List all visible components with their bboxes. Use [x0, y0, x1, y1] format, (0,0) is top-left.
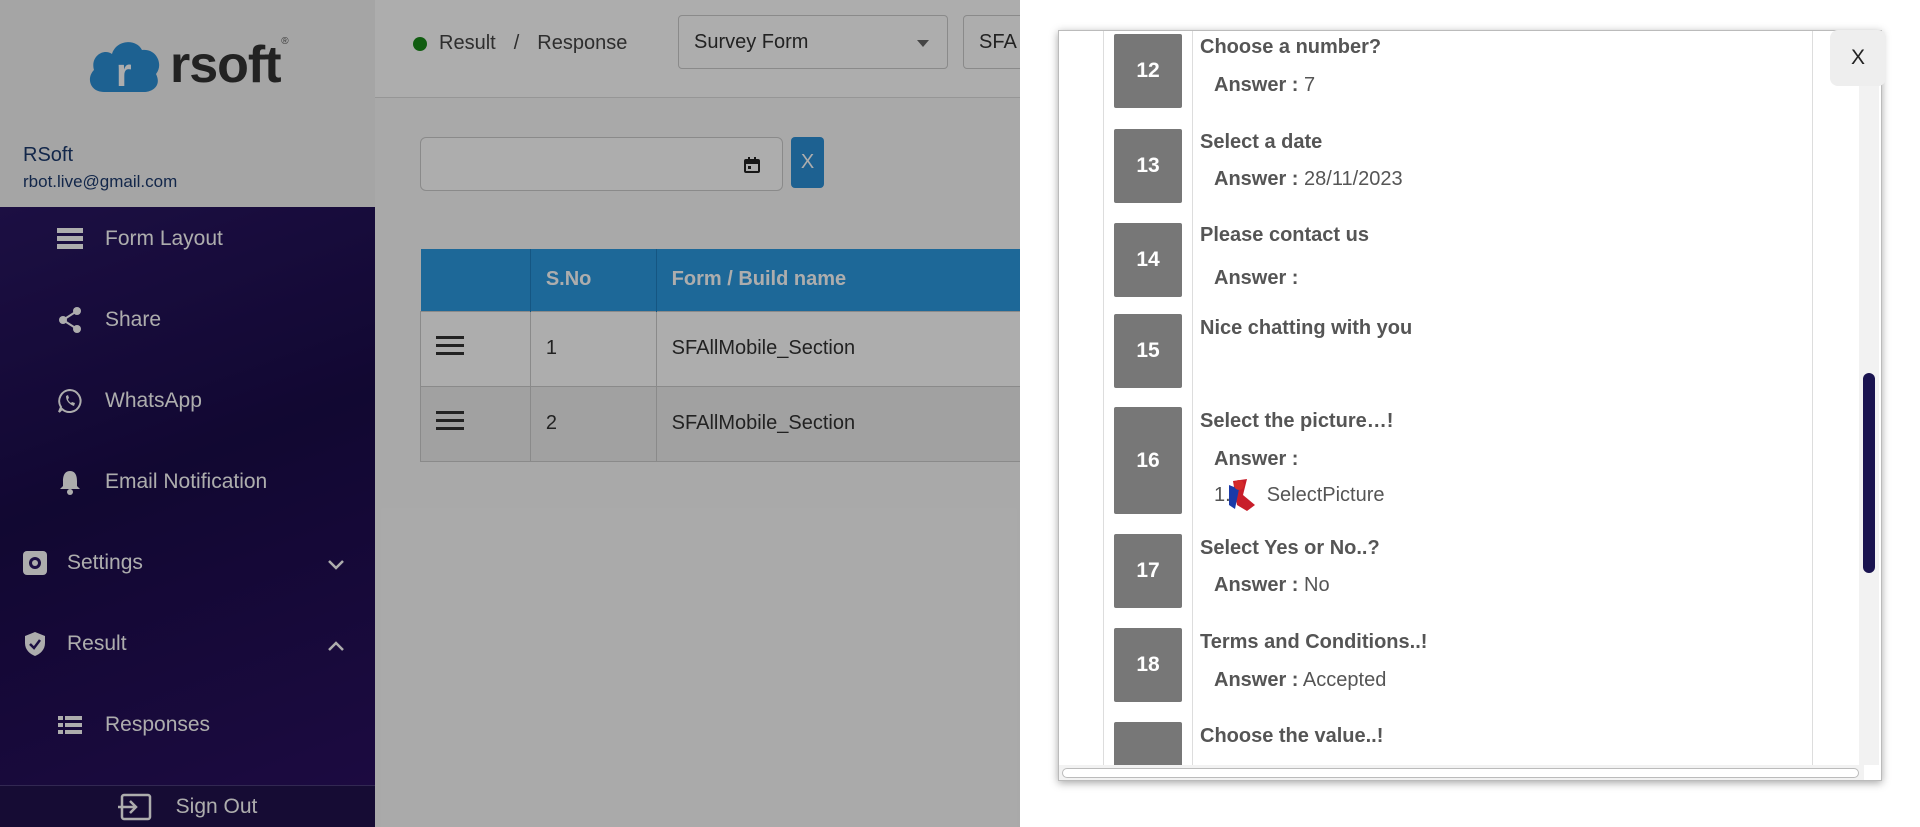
picture-answer: 1. SelectPicture [1214, 475, 1385, 515]
answer-value: Accepted [1302, 669, 1387, 691]
question-number: 18 [1114, 628, 1182, 702]
question-number [1114, 722, 1182, 765]
close-panel-button[interactable]: X [1830, 30, 1886, 86]
question-text: Please contact us [1200, 224, 1369, 246]
question-text: Nice chatting with you [1200, 317, 1413, 339]
picture-label: SelectPicture [1266, 483, 1385, 506]
question-number: 12 [1114, 34, 1182, 108]
vertical-scrollbar[interactable] [1859, 31, 1879, 765]
response-card: 12 Choose a number? Answer : 7 13 Select… [1058, 30, 1882, 781]
question-item: 16 Select the picture…! Answer : 1. Sele… [1104, 407, 1812, 534]
horizontal-scrollbar-thumb[interactable] [1062, 768, 1859, 778]
answer-label: Answer : [1214, 574, 1299, 596]
question-divider [1192, 221, 1193, 314]
question-divider [1192, 31, 1193, 126]
question-item: 12 Choose a number? Answer : 7 [1104, 31, 1812, 126]
question-divider [1192, 534, 1193, 628]
question-number: 16 [1114, 407, 1182, 514]
question-divider [1192, 126, 1193, 221]
vertical-scrollbar-thumb[interactable] [1863, 373, 1875, 573]
answer-label: Answer : [1214, 669, 1299, 691]
question-divider [1192, 314, 1193, 407]
question-divider [1192, 407, 1193, 534]
question-divider [1192, 628, 1193, 722]
question-text: Choose a number? [1200, 36, 1382, 58]
question-divider [1192, 722, 1193, 765]
horizontal-scrollbar[interactable] [1059, 765, 1864, 780]
question-item: 18 Terms and Conditions..! Answer : Acce… [1104, 628, 1812, 722]
question-text: Select a date [1200, 131, 1323, 153]
question-item: 15 Nice chatting with you [1104, 314, 1812, 407]
answer-label: Answer : [1214, 267, 1299, 289]
question-answer: Answer : [1214, 267, 1298, 290]
question-text: Choose the value..! [1200, 725, 1384, 747]
answer-label: Answer : [1214, 74, 1299, 96]
picture-thumbnail-icon [1225, 475, 1265, 515]
answer-value: 28/11/2023 [1304, 168, 1403, 190]
question-list: 12 Choose a number? Answer : 7 13 Select… [1103, 31, 1813, 765]
answer-label: Answer : [1214, 448, 1299, 470]
question-answer: Answer : 28/11/2023 [1214, 168, 1403, 191]
question-item: 14 Please contact us Answer : [1104, 221, 1812, 314]
question-text: Select the picture…! [1200, 410, 1394, 432]
question-number: 13 [1114, 129, 1182, 203]
question-item: Choose the value..! [1104, 722, 1812, 765]
question-number: 14 [1114, 223, 1182, 297]
question-text: Terms and Conditions..! [1200, 631, 1428, 653]
question-number: 15 [1114, 314, 1182, 388]
question-text: Select Yes or No..? [1200, 537, 1380, 559]
question-number: 17 [1114, 534, 1182, 608]
question-item: 17 Select Yes or No..? Answer : No [1104, 534, 1812, 628]
response-detail-panel: 12 Choose a number? Answer : 7 13 Select… [1020, 0, 1920, 827]
question-answer: Answer : 7 [1214, 74, 1315, 97]
question-answer: Answer : No [1214, 574, 1330, 597]
answer-value: 7 [1304, 74, 1316, 96]
question-answer: Answer : Accepted [1214, 669, 1386, 692]
answer-label: Answer : [1214, 168, 1299, 190]
question-item: 13 Select a date Answer : 28/11/2023 [1104, 126, 1812, 221]
answer-value: No [1304, 574, 1330, 596]
question-answer: Answer : [1214, 448, 1298, 471]
